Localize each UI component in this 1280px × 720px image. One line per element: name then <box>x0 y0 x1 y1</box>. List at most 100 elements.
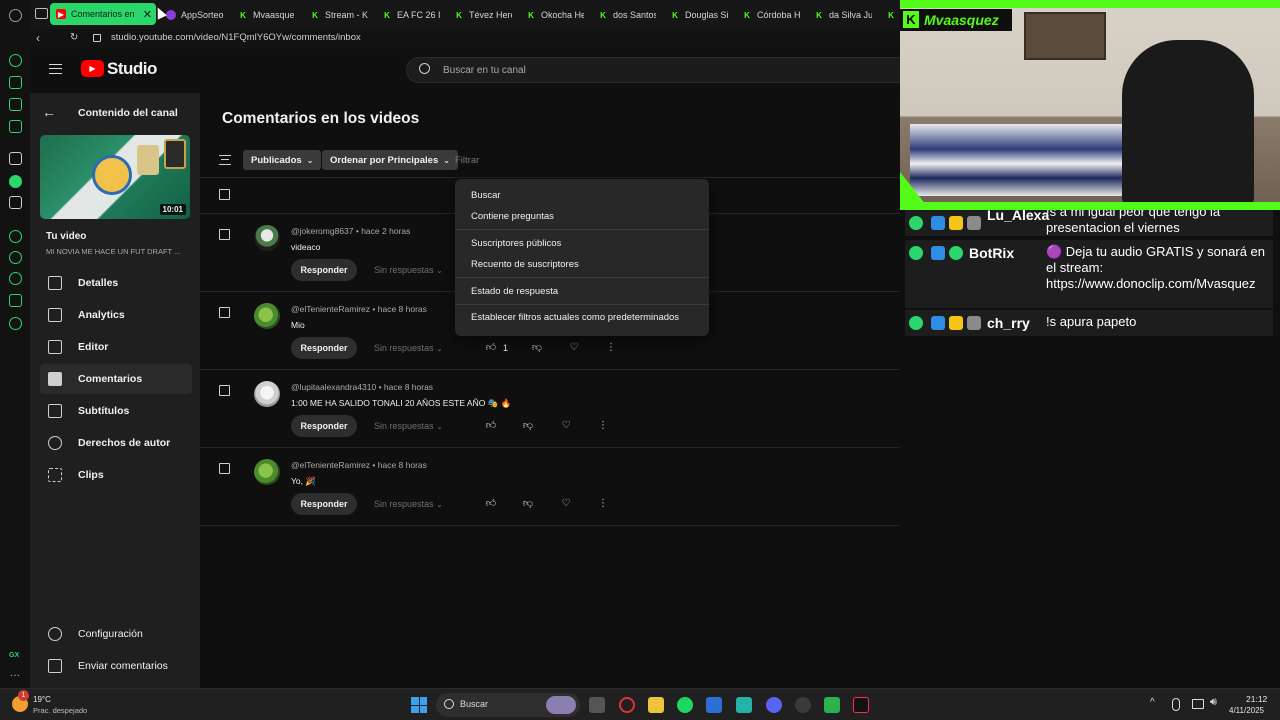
video-thumbnail[interactable]: 10:01 <box>40 135 190 219</box>
x-twitter-icon[interactable] <box>9 196 22 209</box>
whatsapp-icon[interactable] <box>9 175 22 188</box>
reload-icon[interactable]: ↻ <box>70 32 78 43</box>
sidebar-item-clips[interactable]: Clips <box>40 460 192 490</box>
workspaces-icon[interactable] <box>35 8 48 19</box>
taskbar-search[interactable]: Buscar <box>436 693 580 717</box>
no-replies-dropdown[interactable]: Sin respuestas ⌄ <box>374 343 443 353</box>
no-replies-dropdown[interactable]: Sin respuestas ⌄ <box>374 421 443 431</box>
channel-content-link[interactable]: Contenido del canal <box>78 107 178 119</box>
app-icon[interactable] <box>736 697 752 713</box>
microphone-icon[interactable] <box>1172 698 1180 711</box>
sidebar-item-copyright[interactable]: Derechos de autor <box>40 428 192 458</box>
dislike-icon[interactable]: 👎︎ <box>522 498 534 510</box>
back-arrow-icon[interactable]: ‹ <box>36 31 40 45</box>
tray-chevron-icon[interactable]: ^ <box>1150 697 1155 708</box>
menu-item-contains-questions[interactable]: Contiene preguntas <box>471 211 554 222</box>
tab-kick-tevez[interactable]: K Tévez Here <box>454 6 512 24</box>
more-options-icon[interactable]: ⋮ <box>597 420 609 432</box>
reply-button[interactable]: Responder <box>291 337 357 359</box>
menu-hamburger-icon[interactable] <box>49 64 62 74</box>
tab-appsorteo[interactable]: AppSorteo <box>166 6 226 24</box>
comment-author[interactable]: @lupitaalexandra4310 <box>291 382 376 392</box>
heart-icon[interactable] <box>9 251 22 264</box>
sidebar-item-settings[interactable]: Configuración <box>40 619 192 649</box>
discord-icon[interactable] <box>766 697 782 713</box>
no-replies-dropdown[interactable]: Sin respuestas ⌄ <box>374 499 443 509</box>
sidebar-item-subtitles[interactable]: Subtítulos <box>40 396 192 426</box>
gx-cleaner-icon[interactable] <box>9 98 22 111</box>
heart-icon[interactable]: ♡ <box>568 342 580 354</box>
clock-date[interactable]: 4/11/2025 <box>1229 706 1264 715</box>
tab-youtube-studio[interactable]: ▶ Comentarios en ✕ <box>50 3 156 25</box>
filter-chip-published[interactable]: Publicados ⌄ <box>243 150 322 170</box>
tab-kick-eafc[interactable]: K EA FC 26 I <box>382 6 440 24</box>
downloads-icon[interactable] <box>9 294 22 307</box>
tab-kick-douglas[interactable]: K Douglas Si <box>670 6 728 24</box>
channel-search-box[interactable]: Buscar en tu canal <box>406 57 926 83</box>
task-view-icon[interactable] <box>589 697 605 713</box>
sidebar-item-details[interactable]: Detalles <box>40 268 192 298</box>
volume-icon[interactable]: 🔊︎ <box>1210 696 1217 709</box>
menu-item-subscriber-count[interactable]: Recuento de suscriptores <box>471 259 579 270</box>
tab-kick-dossantos[interactable]: Kdos Santos <box>598 6 656 24</box>
back-arrow-icon[interactable]: ← <box>42 104 56 120</box>
reply-button[interactable]: Responder <box>291 415 357 437</box>
app-green-icon[interactable] <box>824 697 840 713</box>
clock-time[interactable]: 21:12 <box>1246 694 1267 704</box>
spotify-icon[interactable] <box>677 697 693 713</box>
avatar[interactable] <box>254 381 280 407</box>
sidebar-item-comments[interactable]: Comentarios <box>40 364 192 394</box>
row-checkbox[interactable] <box>219 463 230 474</box>
tab-kick-dasilva[interactable]: Kda Silva Ju <box>814 6 872 24</box>
row-checkbox[interactable] <box>219 229 230 240</box>
tab-kick-overflow[interactable]: K <box>886 6 900 24</box>
obs-icon[interactable] <box>795 697 811 713</box>
avatar[interactable] <box>254 303 280 329</box>
row-checkbox[interactable] <box>219 307 230 318</box>
avatar[interactable] <box>254 459 280 485</box>
menu-item-set-default-filters[interactable]: Establecer filtros actuales como predete… <box>471 312 679 323</box>
like-icon[interactable]: 👍︎ <box>485 342 497 354</box>
reply-button[interactable]: Responder <box>291 493 357 515</box>
heart-icon[interactable]: ♡ <box>560 498 572 510</box>
gx-control-icon[interactable] <box>9 54 22 67</box>
no-replies-dropdown[interactable]: Sin respuestas ⌄ <box>374 265 443 275</box>
opera-gx-taskbar-icon[interactable] <box>619 697 635 713</box>
gx-corner-icon[interactable] <box>9 76 22 89</box>
tab-kick-okocha[interactable]: K Okocha He <box>526 6 584 24</box>
url-field[interactable]: studio.youtube.com/video/N1FQmlY6OYw/com… <box>111 32 361 43</box>
youtube-logo-icon[interactable]: ▶ <box>81 60 104 77</box>
select-all-checkbox[interactable] <box>219 189 230 200</box>
settings-gear-icon[interactable] <box>9 317 22 330</box>
more-options-icon[interactable]: ⋮ <box>605 342 617 354</box>
tab-kick-mvaasque[interactable]: K Mvaasque <box>238 6 296 24</box>
player-icon[interactable] <box>9 230 22 243</box>
filter-input[interactable]: Filtrar <box>455 155 479 166</box>
filter-chip-sort[interactable]: Ordenar por Principales ⌄ <box>322 150 458 170</box>
tiktok-icon[interactable] <box>853 697 869 713</box>
reply-button[interactable]: Responder <box>291 259 357 281</box>
heart-icon[interactable]: ♡ <box>560 420 572 432</box>
tab-kick-cordoba[interactable]: K Córdoba H <box>742 6 800 24</box>
comment-author[interactable]: @elTenienteRamirez <box>291 460 370 470</box>
more-dots-icon[interactable]: ··· <box>10 670 20 681</box>
sidebar-item-analytics[interactable]: Analytics <box>40 300 192 330</box>
more-options-icon[interactable]: ⋮ <box>597 498 609 510</box>
sidebar-item-feedback[interactable]: Enviar comentarios <box>40 651 192 681</box>
dislike-icon[interactable]: 👎︎ <box>531 342 543 354</box>
kick-sidebar-icon[interactable] <box>9 152 22 165</box>
menu-item-public-subscribers[interactable]: Suscriptores públicos <box>471 238 561 249</box>
avatar[interactable] <box>254 225 280 251</box>
history-icon[interactable] <box>9 272 22 285</box>
dislike-icon[interactable]: 👎︎ <box>522 420 534 432</box>
file-explorer-icon[interactable] <box>648 697 664 713</box>
like-icon[interactable]: 👍︎ <box>485 498 497 510</box>
close-tab-icon[interactable]: ✕ <box>143 8 152 21</box>
tab-kick-stream[interactable]: K Stream - K <box>310 6 368 24</box>
filter-icon[interactable] <box>219 155 231 165</box>
menu-item-search[interactable]: Buscar <box>471 190 501 201</box>
comment-author[interactable]: @elTenienteRamirez <box>291 304 370 314</box>
opera-logo-icon[interactable] <box>9 9 22 22</box>
like-icon[interactable]: 👍︎ <box>485 420 497 432</box>
monitor-icon[interactable] <box>1192 699 1204 709</box>
